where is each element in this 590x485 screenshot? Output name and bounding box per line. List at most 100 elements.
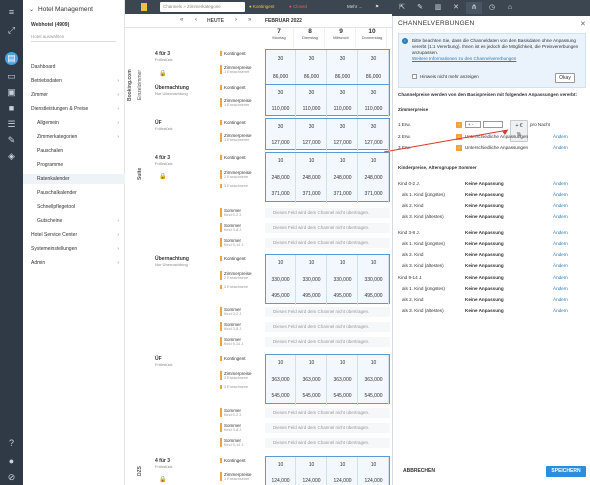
kinder-row-change-link[interactable]: Ändern bbox=[553, 203, 568, 208]
rate-cell[interactable]: 30 bbox=[297, 85, 327, 101]
sidebar-item-9[interactable]: Pauschalkalender bbox=[23, 188, 125, 198]
rate-cell[interactable]: 371,000 bbox=[266, 186, 296, 203]
rate-cell[interactable]: 10 bbox=[297, 457, 327, 473]
sidebar-item-12[interactable]: Hotel Service Center › bbox=[23, 230, 125, 240]
day-header[interactable]: 9 Mittwoch bbox=[327, 28, 356, 48]
rate-cell[interactable]: 10 bbox=[266, 255, 296, 272]
next-week-icon[interactable]: » bbox=[248, 17, 251, 23]
filter-icon[interactable] bbox=[141, 3, 147, 11]
rate-cell[interactable]: 30 bbox=[266, 85, 296, 101]
rate-cell[interactable]: 10 bbox=[297, 355, 327, 372]
rate-cell[interactable]: 30 bbox=[328, 50, 358, 68]
rate-cell[interactable]: 495,000 bbox=[297, 288, 327, 305]
rate-cell[interactable]: 371,000 bbox=[328, 186, 358, 203]
sidebar-item-2[interactable]: Zimmer › bbox=[23, 90, 125, 100]
rate-cell[interactable]: 30 bbox=[297, 119, 327, 135]
history-icon[interactable]: ◷ bbox=[484, 2, 500, 14]
help-icon[interactable]: ? bbox=[5, 437, 18, 450]
kinder-row-change-link[interactable]: Ändern bbox=[553, 286, 568, 291]
info-link[interactable]: Weitere Informationen zu den Channelvere… bbox=[412, 56, 516, 61]
rate-cell[interactable]: 30 bbox=[359, 85, 389, 101]
kinder-change-link[interactable]: Ändern bbox=[553, 181, 568, 186]
rate-cell[interactable]: 363,000 bbox=[297, 371, 327, 389]
rate-cell[interactable]: 248,000 bbox=[297, 169, 327, 187]
sidebar-item-5[interactable]: Zimmerkategorien › bbox=[23, 132, 125, 142]
rate-cell[interactable]: 10 bbox=[328, 457, 358, 473]
prev-week-icon[interactable]: « bbox=[180, 17, 183, 23]
expand-icon[interactable]: ⤢ bbox=[5, 24, 18, 37]
rate-cell[interactable]: 371,000 bbox=[359, 186, 389, 203]
rate-cell[interactable]: 248,000 bbox=[359, 169, 389, 187]
rate-cell[interactable]: 110,000 bbox=[297, 101, 327, 117]
sidebar-item-7[interactable]: Programme bbox=[23, 160, 125, 170]
rate-cell[interactable]: 363,000 bbox=[328, 371, 358, 389]
rate-cell[interactable]: 10 bbox=[359, 355, 389, 372]
rate-cell[interactable]: 10 bbox=[297, 255, 327, 272]
edit-icon[interactable]: ✎ bbox=[412, 2, 428, 14]
hotel-select[interactable]: Hotel auswählen bbox=[31, 34, 116, 42]
rate-cell[interactable]: 545,000 bbox=[359, 388, 389, 405]
day-header[interactable]: 7 Montag bbox=[265, 28, 294, 48]
rate-cell[interactable]: 10 bbox=[359, 255, 389, 272]
rate-cell[interactable]: 10 bbox=[359, 457, 389, 473]
rate-cell[interactable]: 30 bbox=[297, 50, 327, 68]
more-button[interactable]: Mehr ... bbox=[347, 2, 362, 12]
sidebar-item-8[interactable]: Ratenkalender bbox=[23, 174, 125, 184]
flag-icon[interactable]: ⚑ bbox=[375, 2, 379, 12]
rate-cell[interactable]: 10 bbox=[328, 355, 358, 372]
kinder-row-change-link[interactable]: Ändern bbox=[553, 192, 568, 197]
chip-closed[interactable]: ● Closed bbox=[289, 2, 307, 12]
chevron-down-icon[interactable]: ⌄ bbox=[29, 6, 34, 13]
rate-cell[interactable]: 330,000 bbox=[328, 271, 358, 289]
adjust-select[interactable]: + - bbox=[465, 121, 481, 128]
day-header[interactable]: 10 Donnerstag bbox=[358, 28, 387, 48]
briefcase-icon[interactable]: ■ bbox=[5, 102, 18, 115]
sidebar-item-4[interactable]: Allgemein › bbox=[23, 118, 125, 128]
rate-cell[interactable]: 127,000 bbox=[297, 135, 327, 151]
okay-button[interactable]: Okay bbox=[555, 73, 575, 83]
menu-icon[interactable]: ≡ bbox=[5, 6, 18, 19]
link-icon[interactable]: ⇱ bbox=[394, 2, 410, 14]
rate-cell[interactable]: 30 bbox=[266, 119, 296, 135]
kinder-row-change-link[interactable]: Ändern bbox=[553, 263, 568, 268]
rate-cell[interactable]: 10 bbox=[266, 355, 296, 372]
kinder-change-link[interactable]: Ändern bbox=[553, 230, 568, 235]
rate-cell[interactable]: 363,000 bbox=[359, 371, 389, 389]
channel-select[interactable]: Channels » Zimmerkategorie bbox=[160, 2, 245, 12]
erw3-change-link[interactable]: Ändern bbox=[553, 145, 568, 150]
erw2-change-link[interactable]: Ändern bbox=[553, 134, 568, 139]
sidebar-item-11[interactable]: Gutscheine › bbox=[23, 216, 125, 226]
sidebar-item-10[interactable]: Schnellpflegetool bbox=[23, 202, 125, 212]
rate-cell[interactable]: 545,000 bbox=[297, 388, 327, 405]
rate-cell[interactable]: 30 bbox=[328, 85, 358, 101]
trash-icon[interactable]: ▥ bbox=[430, 2, 446, 14]
shield-icon[interactable]: ◈ bbox=[5, 150, 18, 163]
logout-icon[interactable]: ⊘ bbox=[5, 471, 18, 484]
rate-cell[interactable]: 124,000 bbox=[266, 473, 296, 485]
lock-icon[interactable]: ▣ bbox=[5, 86, 18, 99]
sidebar-item-6[interactable]: Pauschalen bbox=[23, 146, 125, 156]
day-header[interactable]: 8 Dienstag bbox=[296, 28, 325, 48]
delete-icon[interactable]: ✕ bbox=[448, 2, 464, 14]
sidebar-item-3[interactable]: Dienstleistungen & Preise › bbox=[23, 104, 125, 114]
kinder-row-change-link[interactable]: Ändern bbox=[553, 308, 568, 313]
user-icon[interactable]: ● bbox=[5, 455, 18, 468]
rate-cell[interactable]: 10 bbox=[266, 457, 296, 473]
adjust-input[interactable] bbox=[483, 121, 503, 128]
kinder-row-change-link[interactable]: Ändern bbox=[553, 297, 568, 302]
lock-icon[interactable]: 🔒 bbox=[159, 173, 166, 180]
rate-cell[interactable]: 371,000 bbox=[297, 186, 327, 203]
lock-icon[interactable]: 🔒 bbox=[159, 70, 166, 77]
rate-cell[interactable]: 10 bbox=[297, 153, 327, 170]
rate-cell[interactable]: 30 bbox=[266, 50, 296, 68]
close-icon[interactable]: ✕ bbox=[580, 20, 586, 28]
save-button[interactable]: SPEICHERN bbox=[546, 466, 586, 477]
rate-cell[interactable]: 124,000 bbox=[328, 473, 358, 485]
sidebar-item-0[interactable]: Dashboard bbox=[23, 62, 125, 72]
list-icon[interactable]: ☰ bbox=[5, 118, 18, 131]
rate-cell[interactable]: 30 bbox=[328, 119, 358, 135]
rate-cell[interactable]: 495,000 bbox=[359, 288, 389, 305]
wrench-icon[interactable]: ✎ bbox=[5, 134, 18, 147]
cancel-button[interactable]: ABBRECHEN bbox=[403, 468, 435, 474]
kinder-row-change-link[interactable]: Ändern bbox=[553, 214, 568, 219]
